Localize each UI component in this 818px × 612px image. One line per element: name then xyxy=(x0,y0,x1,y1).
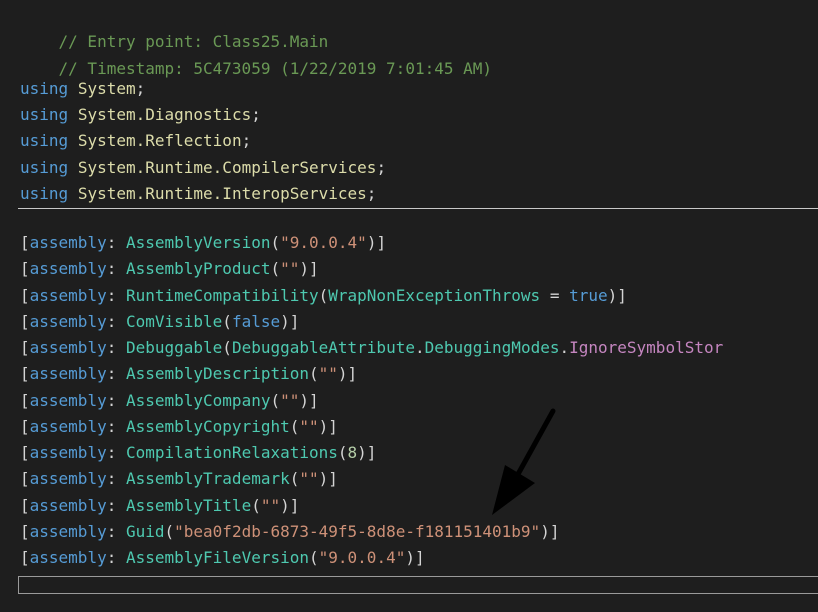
attribute-value: "" xyxy=(260,496,281,515)
using-line: using System.Runtime.InteropServices; xyxy=(20,184,377,203)
horizontal-scrollbar[interactable] xyxy=(18,576,818,594)
using-namespace: System.Runtime.CompilerServices xyxy=(77,158,377,177)
assembly-keyword: assembly xyxy=(29,469,107,488)
assembly-keyword: assembly xyxy=(29,391,107,410)
attribute-value: "9.0.0.4" xyxy=(280,233,367,252)
attribute-enum-value: IgnoreSymbolStor xyxy=(569,338,724,357)
attribute-value: false xyxy=(231,312,281,331)
guid-value: "bea0f2db-6873-49f5-8d8e-f181151401b9" xyxy=(174,522,541,541)
assembly-keyword: assembly xyxy=(29,233,107,252)
using-keyword: using xyxy=(20,184,69,203)
attribute-name: AssemblyTrademark xyxy=(125,469,290,488)
attribute-name: ComVisible xyxy=(125,312,223,331)
using-line: using System.Reflection; xyxy=(20,131,252,150)
assembly-attribute-line: [assembly: AssemblyDescription("")] xyxy=(20,364,358,383)
assembly-attribute-line: [assembly: Guid("bea0f2db-6873-49f5-8d8e… xyxy=(20,522,560,541)
attribute-name: Debuggable xyxy=(125,338,223,357)
assembly-keyword: assembly xyxy=(29,364,107,383)
attribute-type: DebuggableAttribute xyxy=(231,338,415,357)
using-keyword: using xyxy=(20,79,69,98)
using-keyword: using xyxy=(20,131,69,150)
attribute-value: "" xyxy=(318,364,338,383)
using-line: using System.Diagnostics; xyxy=(20,105,261,124)
comment-timestamp: // Timestamp: 5C473059 (1/22/2019 7:01:4… xyxy=(20,30,492,78)
attribute-value: 8 xyxy=(347,443,358,462)
attribute-name: AssemblyFileVersion xyxy=(125,548,309,567)
attribute-value: "" xyxy=(280,259,300,278)
using-line: using System; xyxy=(20,79,146,98)
section-divider xyxy=(18,208,818,209)
assembly-attribute-line: [assembly: AssemblyTrademark("")] xyxy=(20,469,338,488)
attribute-value: "" xyxy=(280,391,300,410)
attribute-name: AssemblyCompany xyxy=(125,391,271,410)
attribute-name: CompilationRelaxations xyxy=(125,443,338,462)
assembly-attribute-line: [assembly: AssemblyCompany("")] xyxy=(20,391,319,410)
attribute-name: AssemblyDescription xyxy=(125,364,309,383)
assembly-attribute-line: [assembly: AssemblyCopyright("")] xyxy=(20,417,338,436)
using-line: using System.Runtime.CompilerServices; xyxy=(20,158,387,177)
attribute-name: RuntimeCompatibility xyxy=(125,286,319,305)
assembly-attribute-line: [assembly: AssemblyFileVersion("9.0.0.4"… xyxy=(20,548,425,567)
attribute-value: "9.0.0.4" xyxy=(318,548,406,567)
attribute-name: AssemblyVersion xyxy=(125,233,271,252)
using-namespace: System.Reflection xyxy=(77,131,242,150)
attribute-name: AssemblyCopyright xyxy=(125,417,290,436)
assembly-attribute-line: [assembly: AssemblyVersion("9.0.0.4")] xyxy=(20,233,387,252)
assembly-keyword: assembly xyxy=(29,338,107,357)
assembly-attribute-line: [assembly: RuntimeCompatibility(WrapNonE… xyxy=(20,286,627,305)
assembly-attribute-line: [assembly: AssemblyProduct("")] xyxy=(20,259,319,278)
assembly-attribute-line: [assembly: CompilationRelaxations(8)] xyxy=(20,443,377,462)
assembly-attribute-line: [assembly: Debuggable(DebuggableAttribut… xyxy=(20,338,724,357)
using-namespace: System xyxy=(77,79,136,98)
assembly-keyword: assembly xyxy=(29,259,107,278)
assembly-keyword: assembly xyxy=(29,443,107,462)
comment-entry-point: // Entry point: Class25.Main xyxy=(20,3,329,51)
attribute-name: Guid xyxy=(125,522,165,541)
assignment-operator: = xyxy=(540,286,570,305)
attribute-name: AssemblyTitle xyxy=(125,496,252,515)
using-namespace: System.Runtime.InteropServices xyxy=(77,184,367,203)
attribute-name: AssemblyProduct xyxy=(125,259,271,278)
assembly-keyword: assembly xyxy=(29,417,107,436)
attribute-value: true xyxy=(569,286,608,305)
assembly-keyword: assembly xyxy=(29,496,107,515)
using-keyword: using xyxy=(20,105,69,124)
attribute-member: DebuggingModes xyxy=(424,338,560,357)
assembly-keyword: assembly xyxy=(29,548,107,567)
attribute-value: "" xyxy=(299,469,319,488)
using-keyword: using xyxy=(20,158,69,177)
assembly-keyword: assembly xyxy=(29,522,107,541)
assembly-attribute-line: [assembly: ComVisible(false)] xyxy=(20,312,300,331)
using-namespace: System.Diagnostics xyxy=(77,105,252,124)
assembly-keyword: assembly xyxy=(29,286,107,305)
attribute-value: "" xyxy=(299,417,319,436)
assembly-keyword: assembly xyxy=(29,312,107,331)
attribute-param: WrapNonExceptionThrows xyxy=(328,286,541,305)
assembly-attribute-line: [assembly: AssemblyTitle("")] xyxy=(20,496,300,515)
code-editor[interactable]: // Entry point: Class25.Main // Timestam… xyxy=(0,0,818,612)
